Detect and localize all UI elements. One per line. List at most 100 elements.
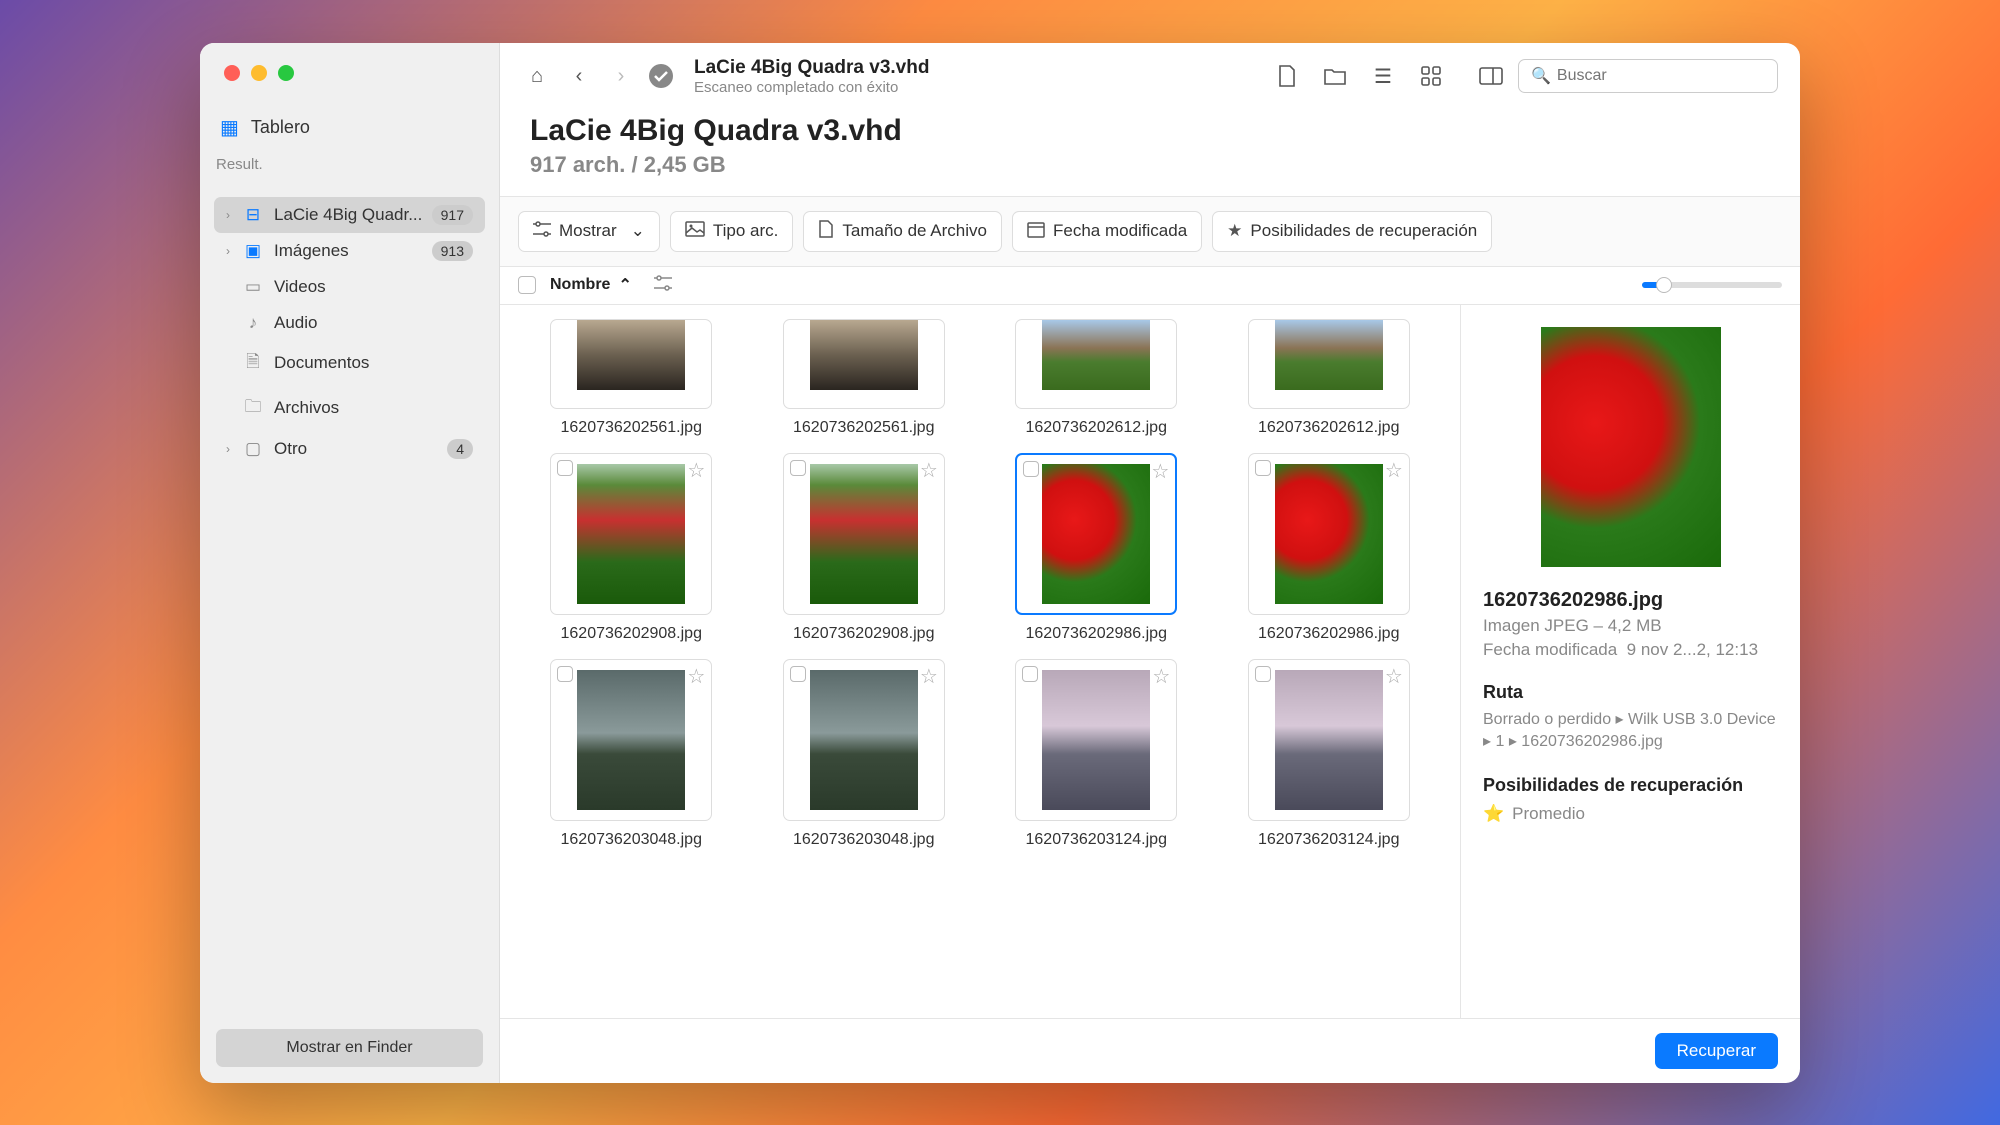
show-in-finder-button[interactable]: Mostrar en Finder	[216, 1029, 483, 1067]
file-name: 1620736202986.jpg	[1258, 625, 1399, 643]
sidebar-item-disk[interactable]: ›⊟LaCie 4Big Quadr...917	[214, 197, 485, 233]
sort-nombre[interactable]: Nombre ⌃	[550, 275, 632, 295]
sidebar-item-archive[interactable]: 🗀Archivos	[214, 386, 485, 431]
file-checkbox[interactable]	[1255, 666, 1271, 682]
file-item[interactable]: 1620736202561.jpg	[763, 319, 966, 437]
list-header: Nombre ⌃	[500, 267, 1800, 305]
filter-tamano[interactable]: Tamaño de Archivo	[803, 211, 1002, 252]
thumbnail-image	[810, 320, 918, 390]
file-icon	[818, 220, 834, 243]
sidebar-footer: Mostrar en Finder	[200, 1013, 499, 1083]
file-name: 1620736203124.jpg	[1026, 831, 1167, 849]
filter-mostrar[interactable]: Mostrar ⌄	[518, 211, 660, 252]
file-item[interactable]: ☆ 1620736202986.jpg	[1228, 453, 1431, 643]
select-all-checkbox[interactable]	[518, 276, 536, 294]
thumbnail[interactable]: ☆	[550, 659, 712, 821]
search-icon: 🔍	[1531, 66, 1551, 86]
sidebar-item-other[interactable]: ›▢Otro4	[214, 431, 485, 467]
thumbnail[interactable]	[550, 319, 712, 409]
filter-fecha[interactable]: Fecha modificada	[1012, 211, 1202, 252]
file-checkbox[interactable]	[1023, 461, 1039, 477]
thumbnail[interactable]	[1015, 319, 1177, 409]
sidebar-items: ›⊟LaCie 4Big Quadr...917›▣Imágenes913▭Vi…	[200, 179, 499, 473]
star-icon[interactable]: ☆	[1151, 459, 1169, 484]
thumbnail[interactable]: ☆	[1248, 659, 1410, 821]
sidebar-item-audio[interactable]: ♪Audio	[214, 305, 485, 341]
maximize-window[interactable]	[278, 65, 294, 81]
sidebar-toggle-icon[interactable]	[1476, 61, 1506, 91]
thumbnail[interactable]: ☆	[1248, 453, 1410, 615]
file-item[interactable]: 1620736202561.jpg	[530, 319, 733, 437]
grid-icon: ▦	[220, 115, 239, 140]
thumbnail-image	[577, 464, 685, 604]
thumbnail-image	[810, 464, 918, 604]
file-item[interactable]: ☆ 1620736203048.jpg	[763, 659, 966, 849]
sidebar-item-doc[interactable]: 🗎Documentos	[214, 341, 485, 386]
thumbnail[interactable]: ☆	[1015, 453, 1177, 615]
star-icon[interactable]: ☆	[687, 664, 705, 689]
file-item[interactable]: ☆ 1620736202986.jpg	[995, 453, 1198, 643]
calendar-icon	[1027, 220, 1045, 243]
thumbnail[interactable]: ☆	[550, 453, 712, 615]
file-item[interactable]: 1620736202612.jpg	[995, 319, 1198, 437]
file-checkbox[interactable]	[790, 460, 806, 476]
file-name: 1620736202561.jpg	[561, 419, 702, 437]
thumbnail[interactable]	[783, 319, 945, 409]
file-name: 1620736202612.jpg	[1258, 419, 1399, 437]
file-name: 1620736203048.jpg	[561, 831, 702, 849]
minimize-window[interactable]	[251, 65, 267, 81]
file-item[interactable]: ☆ 1620736203124.jpg	[995, 659, 1198, 849]
file-checkbox[interactable]	[557, 666, 573, 682]
star-icon[interactable]: ☆	[1385, 664, 1403, 689]
thumbnail[interactable]: ☆	[783, 659, 945, 821]
close-window[interactable]	[224, 65, 240, 81]
search-input[interactable]	[1557, 67, 1765, 85]
thumbnail[interactable]: ☆	[783, 453, 945, 615]
star-icon[interactable]: ☆	[920, 664, 938, 689]
star-icon[interactable]: ☆	[1385, 458, 1403, 483]
back-button[interactable]: ‹	[564, 61, 594, 91]
file-checkbox[interactable]	[1022, 666, 1038, 682]
file-view-icon[interactable]	[1272, 61, 1302, 91]
window-controls	[200, 43, 499, 81]
file-item[interactable]: 1620736202612.jpg	[1228, 319, 1431, 437]
file-checkbox[interactable]	[790, 666, 806, 682]
thumbnail-size-slider[interactable]	[1642, 282, 1782, 288]
filter-posibilidades[interactable]: ★ Posibilidades de recuperación	[1212, 211, 1492, 252]
grid-view-icon[interactable]	[1416, 61, 1446, 91]
sidebar-tablero[interactable]: ▦ Tablero	[200, 105, 499, 150]
file-item[interactable]: ☆ 1620736203048.jpg	[530, 659, 733, 849]
folder-view-icon[interactable]	[1320, 61, 1350, 91]
thumbnail-image	[1042, 670, 1150, 810]
thumbnail[interactable]	[1248, 319, 1410, 409]
file-item[interactable]: ☆1620736202908.jpg	[763, 453, 966, 643]
search-field[interactable]: 🔍	[1518, 59, 1778, 93]
sidebar-item-video[interactable]: ▭Videos	[214, 269, 485, 305]
thumbnail[interactable]: ☆	[1015, 659, 1177, 821]
list-view-icon[interactable]: ☰	[1368, 61, 1398, 91]
preview-posib-value: ⭐ Promedio	[1483, 804, 1778, 824]
thumbnail-image	[1275, 320, 1383, 390]
chevron-right-icon: ›	[226, 244, 242, 258]
image-icon	[685, 221, 705, 242]
forward-button[interactable]: ›	[606, 61, 636, 91]
file-name: 1620736203048.jpg	[793, 831, 934, 849]
settings-icon[interactable]	[654, 275, 672, 296]
file-name: 1620736202561.jpg	[793, 419, 934, 437]
star-icon[interactable]: ☆	[687, 458, 705, 483]
toolbar-title: LaCie 4Big Quadra v3.vhd	[694, 57, 929, 79]
star-icon[interactable]: ☆	[920, 458, 938, 483]
home-button[interactable]: ⌂	[522, 61, 552, 91]
sidebar-item-image[interactable]: ›▣Imágenes913	[214, 233, 485, 269]
file-item[interactable]: ☆1620736202908.jpg	[530, 453, 733, 643]
file-item[interactable]: ☆1620736203124.jpg	[1228, 659, 1431, 849]
file-checkbox[interactable]	[557, 460, 573, 476]
recover-button[interactable]: Recuperar	[1655, 1033, 1778, 1069]
toolbar-subtitle: Escaneo completado con éxito	[694, 79, 929, 96]
file-name: 1620736202986.jpg	[1026, 625, 1167, 643]
star-icon[interactable]: ☆	[1152, 664, 1170, 689]
filter-tipo[interactable]: Tipo arc.	[670, 211, 794, 252]
image-icon: ▣	[242, 241, 264, 261]
file-checkbox[interactable]	[1255, 460, 1271, 476]
preview-ruta-label: Ruta	[1483, 682, 1778, 703]
